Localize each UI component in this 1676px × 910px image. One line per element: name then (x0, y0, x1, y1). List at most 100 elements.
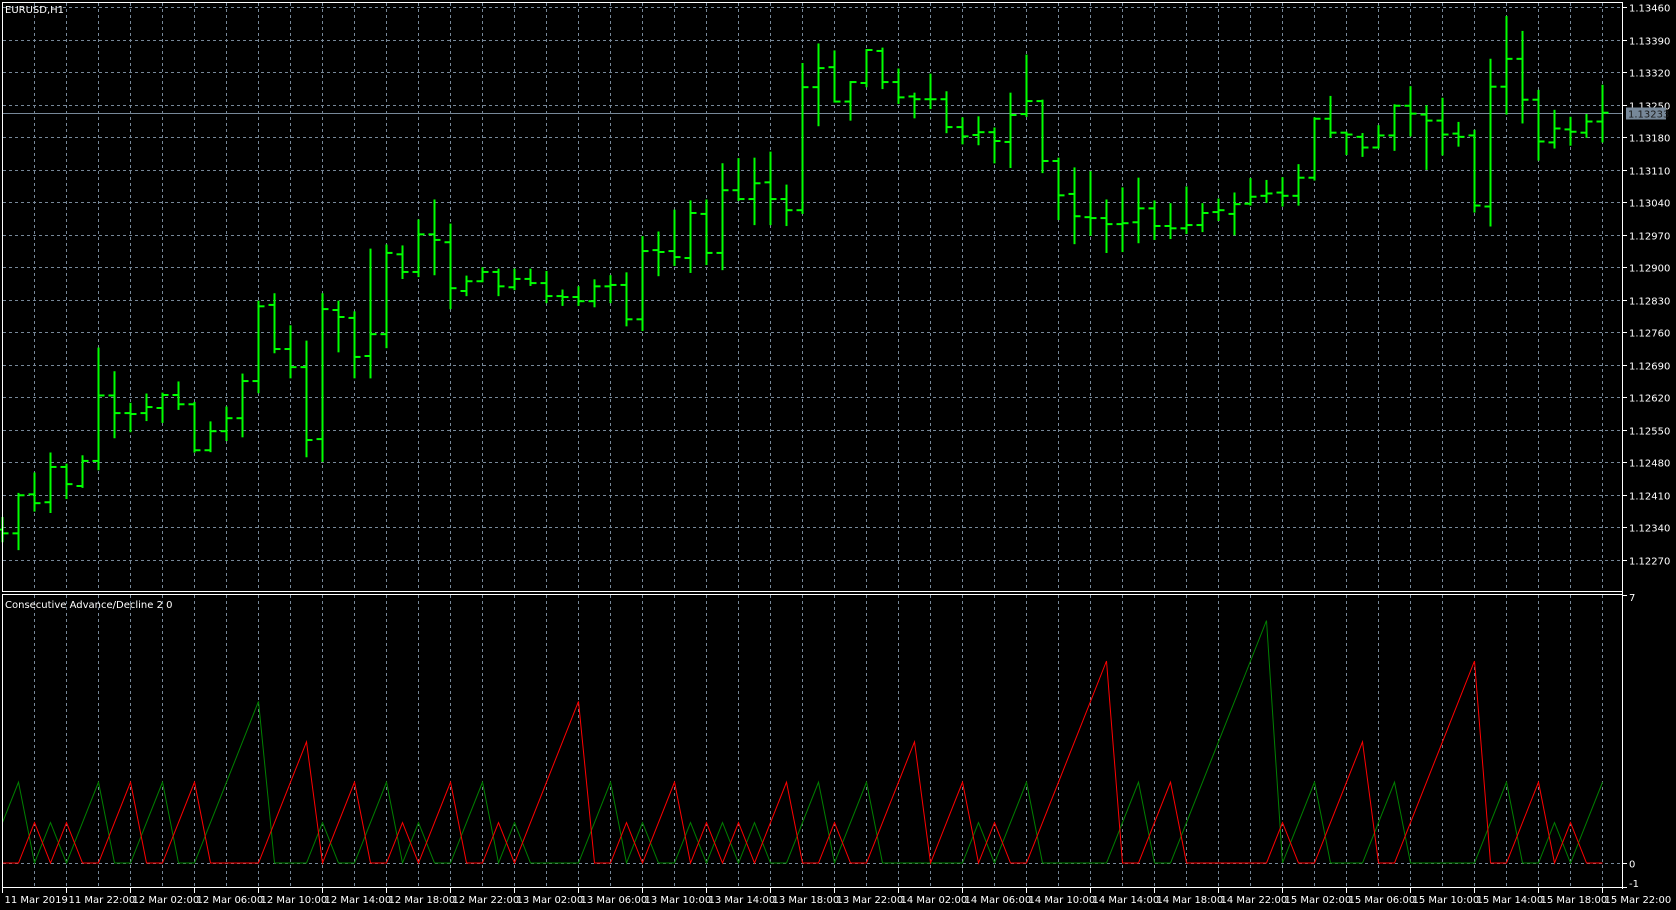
ohlc-bar (1196, 203, 1209, 233)
chart-title: EURUSD,H1 (5, 5, 64, 16)
indicator-title: Consecutive Advance/Decline 2 0 (5, 600, 172, 611)
ohlc-bar (1212, 198, 1225, 221)
ohlc-bar (796, 62, 809, 214)
ohlc-bar (972, 116, 985, 146)
time-label: 14 Mar 18:00 (1157, 895, 1224, 906)
price-label: 1.12900 (1629, 264, 1670, 275)
ohlc-bar (204, 421, 217, 453)
ohlc-bar (460, 275, 473, 297)
ohlc-bar (1004, 92, 1017, 169)
ohlc-bar (620, 272, 633, 327)
ohlc-bar (1308, 117, 1321, 181)
axes: 1.134601.133901.133201.132501.131801.131… (2, 4, 1672, 906)
ohlc-bar (1052, 157, 1065, 221)
ohlc-bar (572, 286, 585, 306)
ohlc-bar (1516, 30, 1529, 124)
ohlc-bar (300, 340, 313, 458)
ohlc-bar (1116, 187, 1129, 253)
price-label: 1.12690 (1629, 362, 1670, 373)
time-label: 12 Mar 22:00 (453, 895, 520, 906)
ohlc-bar (1068, 167, 1081, 245)
price-label: 1.12480 (1629, 459, 1670, 470)
ohlc-bar (1084, 171, 1097, 236)
ohlc-bar (1500, 16, 1513, 115)
price-label: 1.12270 (1629, 557, 1670, 568)
time-label: 14 Mar 02:00 (901, 895, 968, 906)
ohlc-bar (1404, 86, 1417, 137)
trading-chart[interactable]: 1.134601.133901.133201.132501.131801.131… (0, 0, 1676, 910)
price-label: 1.13460 (1629, 4, 1670, 15)
time-label: 12 Mar 06:00 (197, 895, 264, 906)
main-chart-panel[interactable] (2, 2, 1623, 592)
ohlc-bar (556, 289, 569, 306)
time-label: 15 Mar 06:00 (1349, 895, 1416, 906)
ohlc-bar (1036, 99, 1049, 174)
ohlc-bar (1420, 105, 1433, 170)
ohlc-bar (1564, 116, 1577, 146)
ohlc-bar (604, 275, 617, 304)
ohlc-bar (28, 472, 41, 512)
ohlc-bar (1484, 58, 1497, 227)
ohlc-bar (396, 245, 409, 279)
price-bars (0, 16, 1609, 551)
time-label: 11 Mar 2019 (5, 895, 68, 906)
time-label: 13 Mar 22:00 (837, 895, 904, 906)
ohlc-bar (412, 219, 425, 278)
ohlc-bar (700, 199, 713, 266)
ohlc-bar (1164, 203, 1177, 240)
ohlc-bar (1100, 199, 1113, 253)
indicator-panel[interactable] (2, 594, 1623, 888)
price-label: 1.12830 (1629, 297, 1670, 308)
ohlc-bar (44, 452, 57, 513)
time-label: 12 Mar 18:00 (389, 895, 456, 906)
time-label: 13 Mar 02:00 (517, 895, 584, 906)
ohlc-bar (780, 184, 793, 227)
ohlc-bar (172, 381, 185, 410)
ohlc-bar (12, 492, 25, 551)
ohlc-bar (1020, 54, 1033, 117)
ohlc-bar (348, 311, 361, 379)
ohlc-bar (1372, 125, 1385, 149)
ohlc-bar (988, 127, 1001, 164)
time-label: 14 Mar 22:00 (1221, 895, 1288, 906)
ohlc-bar (540, 270, 553, 304)
ohlc-bar (1356, 133, 1369, 157)
ohlc-bar (188, 401, 201, 453)
ohlc-bar (1580, 114, 1593, 138)
ohlc-bar (220, 406, 233, 442)
ohlc-bar (1324, 95, 1337, 138)
ohlc-bar (1132, 177, 1145, 244)
ohlc-bar (364, 248, 377, 379)
price-label: 1.12550 (1629, 427, 1670, 438)
indicator-axis-label: 0 (1629, 860, 1635, 871)
ohlc-bar (1244, 178, 1257, 206)
price-label: 1.12410 (1629, 492, 1670, 503)
ohlc-bar (492, 268, 505, 297)
time-label: 13 Mar 06:00 (581, 895, 648, 906)
time-label: 13 Mar 10:00 (645, 895, 712, 906)
ohlc-bar (60, 463, 73, 500)
time-label: 15 Mar 22:00 (1605, 895, 1672, 906)
time-label: 13 Mar 18:00 (773, 895, 840, 906)
ohlc-bar (588, 279, 601, 308)
price-label: 1.13180 (1629, 134, 1670, 145)
time-label: 11 Mar 22:00 (69, 895, 136, 906)
ohlc-bar (0, 517, 9, 543)
ohlc-bar (828, 50, 841, 103)
ohlc-bar (268, 293, 281, 354)
ohlc-bar (652, 231, 665, 277)
indicator-axis-label: 7 (1629, 593, 1635, 604)
ohlc-bar (444, 223, 457, 310)
ohlc-bar (76, 455, 89, 488)
ohlc-bar (1260, 179, 1273, 203)
ohlc-bar (668, 209, 681, 266)
ohlc-bar (1276, 177, 1289, 207)
ohlc-bar (108, 371, 121, 439)
time-label: 13 Mar 14:00 (709, 895, 776, 906)
ohlc-bar (732, 158, 745, 201)
time-label: 15 Mar 02:00 (1285, 895, 1352, 906)
ohlc-bar (332, 300, 345, 353)
ohlc-bar (428, 199, 441, 276)
ohlc-bar (476, 267, 489, 283)
price-label: 1.12760 (1629, 329, 1670, 340)
